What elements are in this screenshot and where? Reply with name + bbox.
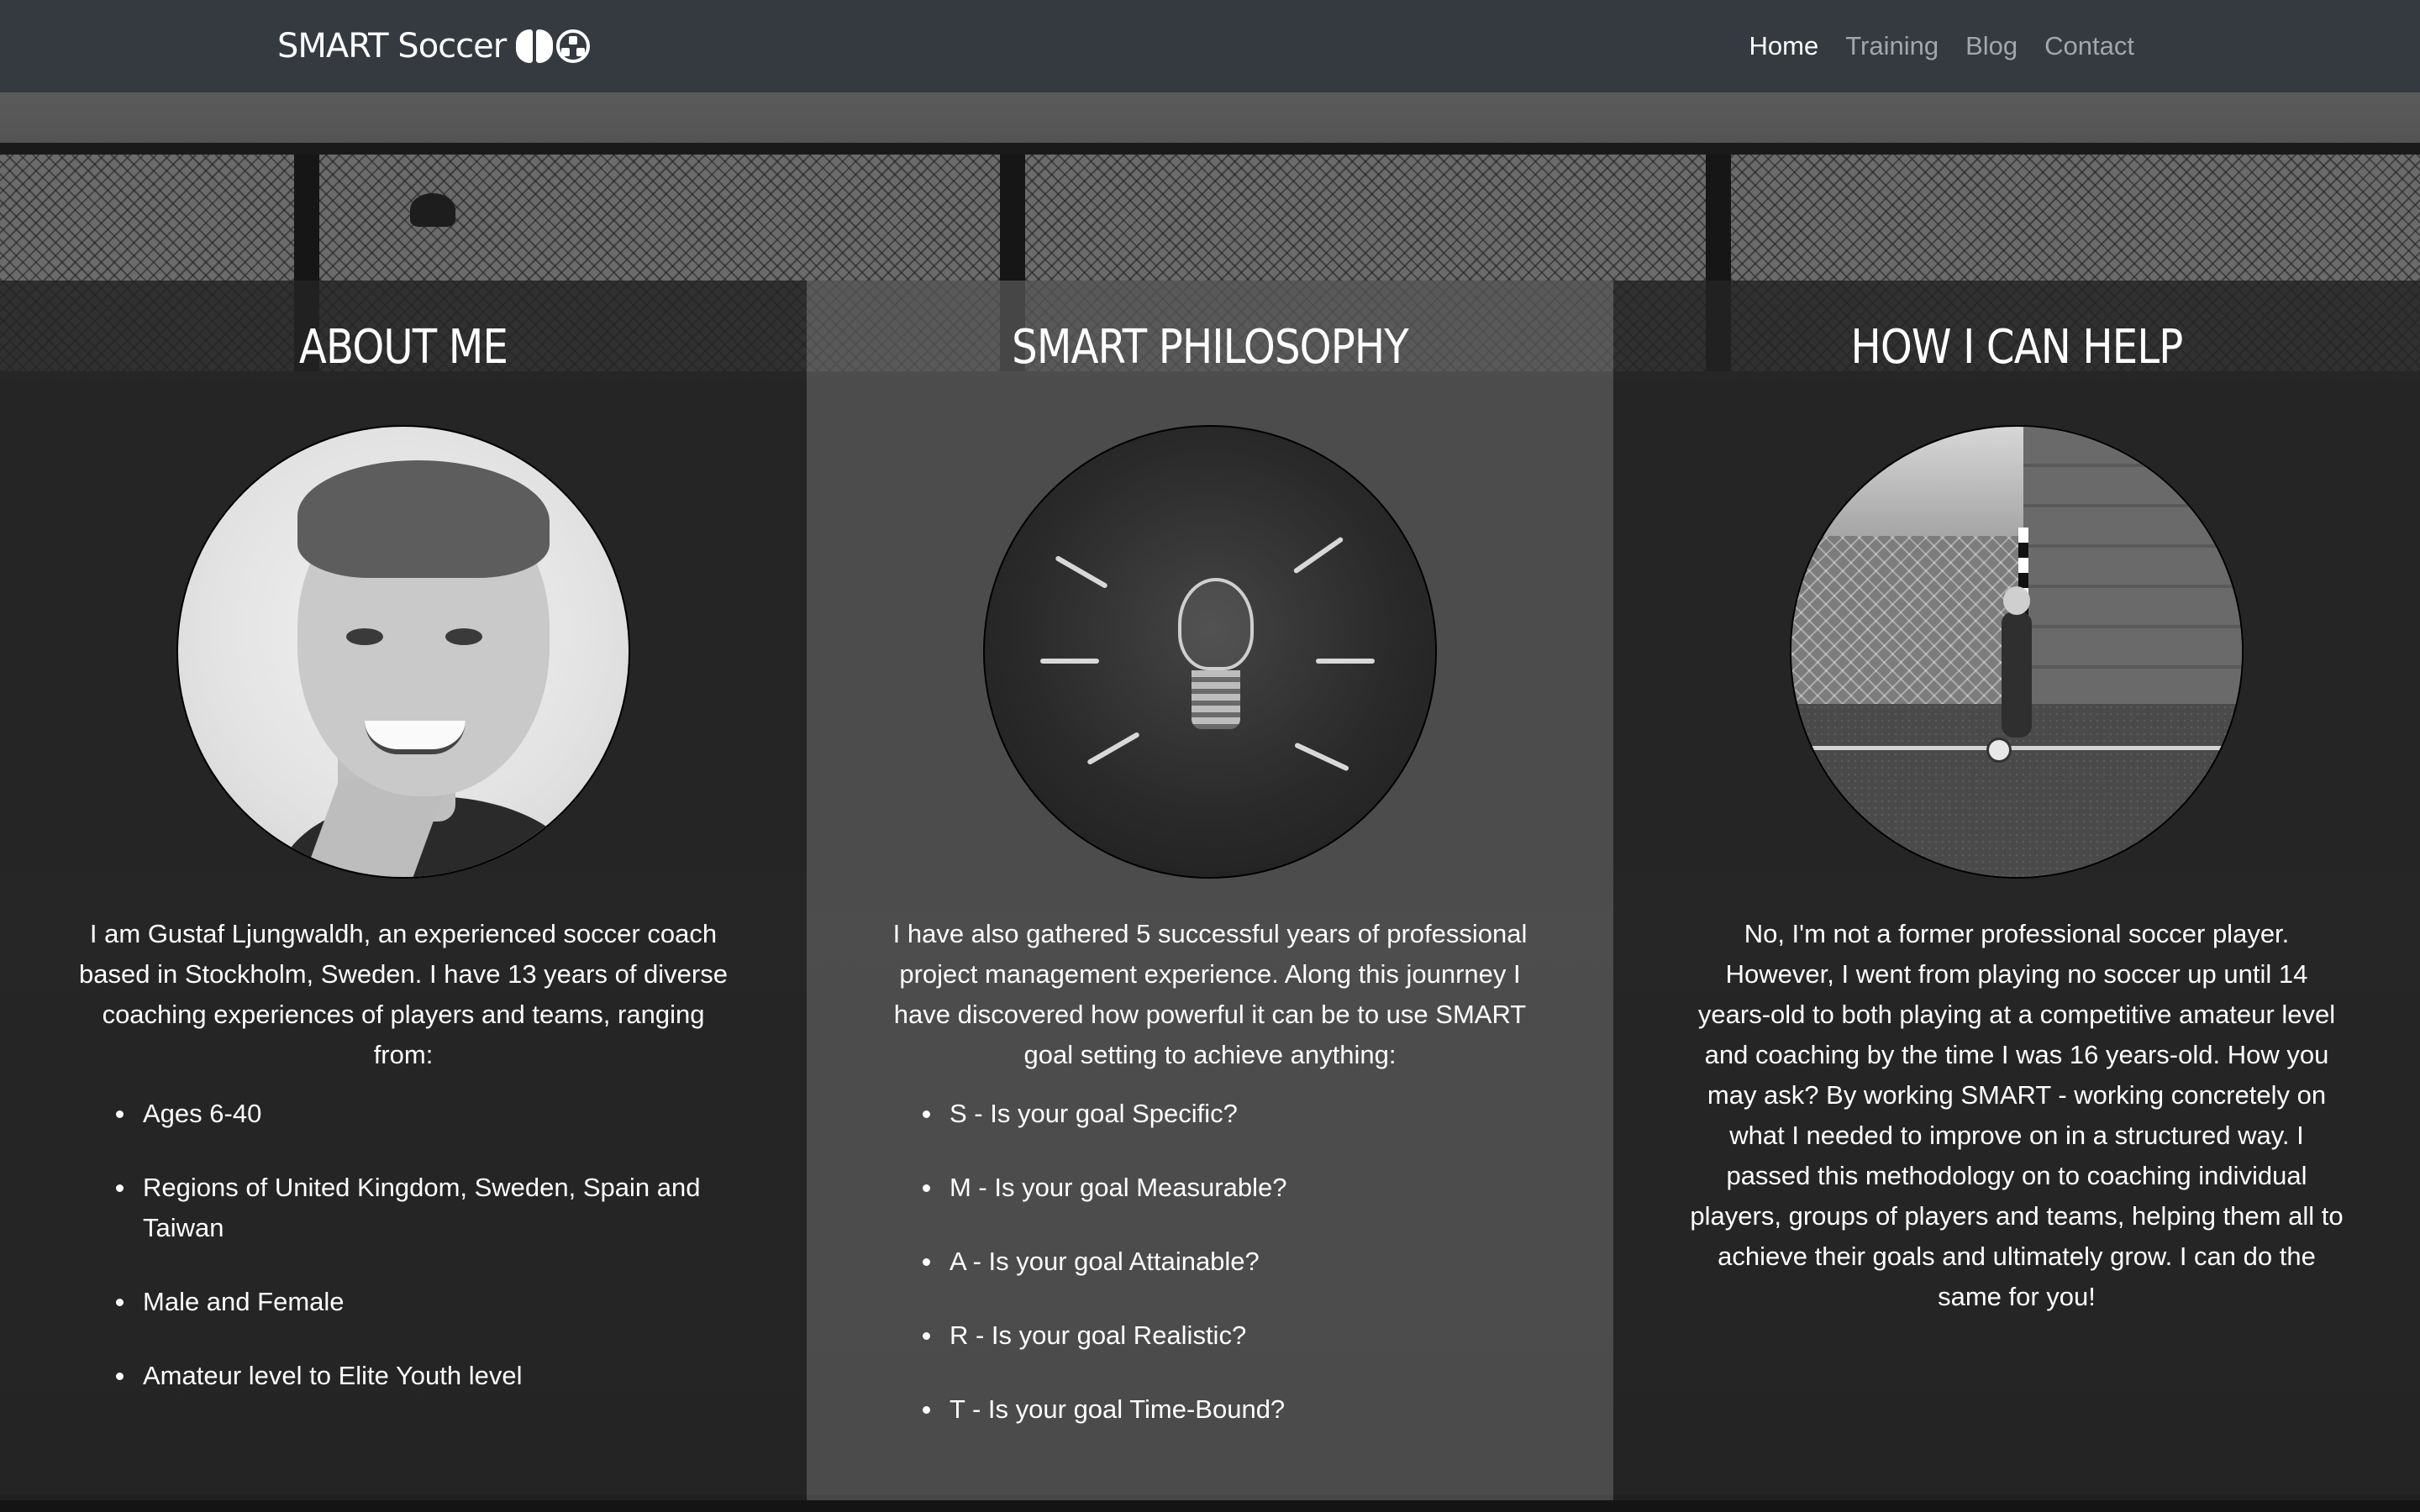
background-lamp <box>410 193 455 227</box>
nav-menu: Home Training Blog Contact <box>1749 25 2134 67</box>
soccer-ball-icon <box>556 29 591 63</box>
list-item: T - Is your goal Time-Bound? <box>923 1389 1529 1430</box>
list-item: A - Is your goal Attainable? <box>923 1242 1529 1282</box>
top-navbar: SMART Soccer Home Training Blog Contact <box>0 0 2420 92</box>
nav-link-training[interactable]: Training <box>1845 31 1939 61</box>
section-text: I am Gustaf Ljungwaldh, an experienced s… <box>79 919 728 1069</box>
section-title: HOW I CAN HELP <box>1850 320 2184 375</box>
section-text: No, I'm not a former professional soccer… <box>1690 919 2344 1311</box>
smart-philosophy-section: SMART PHILOSOPHY I have also gathered 5 … <box>807 281 1613 1500</box>
background-beam <box>0 143 2420 155</box>
section-title: ABOUT ME <box>298 320 508 375</box>
list-item: Male and Female <box>116 1282 723 1322</box>
nav-link-home[interactable]: Home <box>1749 31 1819 61</box>
brain-icon <box>516 29 554 63</box>
feature-columns: ABOUT ME I am Gustaf Ljungwaldh, an expe… <box>0 281 2420 1500</box>
portrait-photo <box>176 425 630 879</box>
list-item: Regions of United Kingdom, Sweden, Spain… <box>116 1168 723 1248</box>
brand-logo-link[interactable]: SMART Soccer <box>277 25 591 67</box>
list-item: R - Is your goal Realistic? <box>923 1315 1529 1356</box>
nav-link-blog[interactable]: Blog <box>1965 31 2018 61</box>
smart-goals-list: S - Is your goal Specific? M - Is your g… <box>807 1094 1613 1430</box>
brand-name: SMART Soccer <box>277 27 507 66</box>
nav-link-contact[interactable]: Contact <box>2044 31 2134 61</box>
list-item: Ages 6-40 <box>116 1094 723 1134</box>
brand-icons <box>516 29 591 63</box>
lightbulb-photo <box>983 425 1437 879</box>
section-text: I have also gathered 5 successful years … <box>892 919 1528 1069</box>
section-title: SMART PHILOSOPHY <box>1012 320 1408 375</box>
list-item: S - Is your goal Specific? <box>923 1094 1529 1134</box>
list-item: Amateur level to Elite Youth level <box>116 1356 723 1396</box>
child-with-ball-photo <box>1790 425 2244 879</box>
experience-list: Ages 6-40 Regions of United Kingdom, Swe… <box>0 1094 807 1396</box>
list-item: M - Is your goal Measurable? <box>923 1168 1529 1208</box>
how-i-can-help-section: HOW I CAN HELP No, I'm not a former prof… <box>1613 281 2420 1500</box>
about-me-section: ABOUT ME I am Gustaf Ljungwaldh, an expe… <box>0 281 807 1500</box>
